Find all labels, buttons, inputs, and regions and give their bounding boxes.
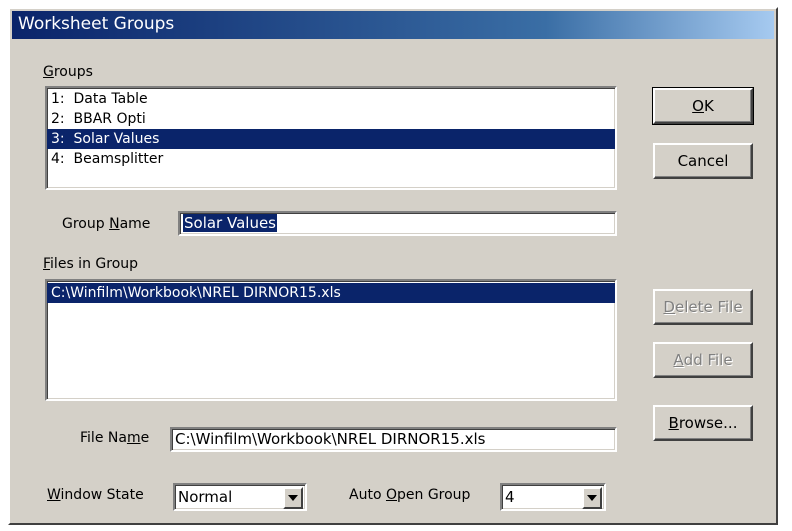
group-list-item[interactable]: 3: Solar Values <box>47 129 615 149</box>
cancel-button[interactable]: Cancel <box>653 143 753 179</box>
delete-file-button[interactable]: Delete File <box>653 289 753 325</box>
title-bar[interactable]: Worksheet Groups <box>12 11 774 39</box>
add-file-button[interactable]: Add File <box>653 342 753 378</box>
auto-open-group-dropdown[interactable]: 4 <box>500 483 606 511</box>
files-listbox[interactable]: C:\Winfilm\Workbook\NREL DIRNOR15.xls <box>45 279 617 401</box>
group-list-item[interactable]: 4: Beamsplitter <box>47 149 615 169</box>
window-title: Worksheet Groups <box>18 14 175 34</box>
groups-label: Groups <box>43 64 93 80</box>
auto-open-group-label: Auto Open Group <box>349 487 471 503</box>
window-state-value: Normal <box>178 488 233 506</box>
auto-open-group-value: 4 <box>505 488 515 506</box>
chevron-down-icon[interactable] <box>582 487 602 509</box>
group-name-value: Solar Values <box>183 214 277 232</box>
files-in-group-label: Files in Group <box>43 256 139 272</box>
window-state-label: Window State <box>47 487 144 503</box>
groups-listbox[interactable]: 1: Data Table 2: BBAR Opti 3: Solar Values… <box>45 86 617 190</box>
group-name-input[interactable]: Solar Values <box>178 211 617 236</box>
window-state-dropdown[interactable]: Normal <box>173 483 307 511</box>
file-name-label: File Name <box>80 430 150 446</box>
group-list-item[interactable]: 2: BBAR Opti <box>47 109 615 129</box>
worksheet-groups-dialog: Worksheet Groups Groups 1: Data Table 2: … <box>8 7 778 525</box>
group-list-item[interactable]: 1: Data Table <box>47 89 615 109</box>
group-name-label: Group Name <box>62 216 151 232</box>
ok-button[interactable]: OK <box>652 87 754 125</box>
chevron-down-icon[interactable] <box>283 487 303 509</box>
browse-button[interactable]: Browse... <box>653 405 753 441</box>
file-list-item[interactable]: C:\Winfilm\Workbook\NREL DIRNOR15.xls <box>47 283 615 303</box>
file-name-value: C:\Winfilm\Workbook\NREL DIRNOR15.xls <box>175 430 486 448</box>
file-name-input[interactable]: C:\Winfilm\Workbook\NREL DIRNOR15.xls <box>170 427 617 452</box>
